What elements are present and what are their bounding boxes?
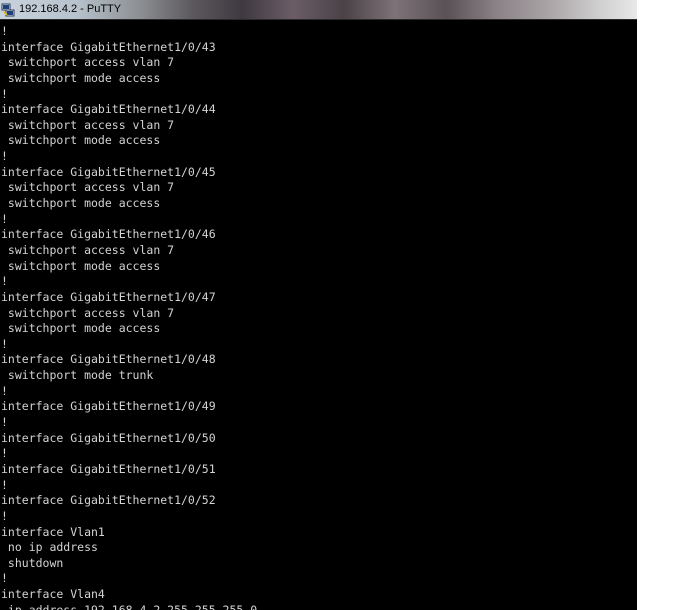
- terminal-line: !: [1, 477, 8, 492]
- terminal-line: switchport access vlan 7: [1, 117, 175, 132]
- terminal-line: switchport access vlan 7: [1, 305, 175, 320]
- terminal-line: switchport mode access: [1, 70, 161, 85]
- terminal-line: !: [1, 446, 8, 461]
- terminal-line: no ip address: [1, 540, 98, 555]
- terminal-line: !: [1, 149, 8, 164]
- terminal-line: interface GigabitEthernet1/0/47: [1, 289, 216, 304]
- terminal-line: interface GigabitEthernet1/0/52: [1, 493, 216, 508]
- terminal-output: ! interface GigabitEthernet1/0/43 switchp…: [1, 24, 257, 610]
- terminal-line: switchport access vlan 7: [1, 242, 175, 257]
- terminal-line: interface Vlan4: [1, 587, 105, 602]
- terminal-line: switchport mode access: [1, 258, 161, 273]
- terminal-line: !: [1, 415, 8, 430]
- terminal-line: switchport mode access: [1, 321, 161, 336]
- putty-app-icon[interactable]: [1, 2, 15, 17]
- terminal-line: switchport mode access: [1, 196, 161, 211]
- terminal-line: shutdown: [1, 555, 64, 570]
- terminal-line: switchport access vlan 7: [1, 55, 175, 70]
- terminal-line: !: [1, 86, 8, 101]
- terminal-line: !: [1, 274, 8, 289]
- terminal-line: interface GigabitEthernet1/0/46: [1, 227, 216, 242]
- terminal-line: !: [1, 383, 8, 398]
- terminal-line: interface GigabitEthernet1/0/45: [1, 164, 216, 179]
- terminal-line: interface GigabitEthernet1/0/49: [1, 399, 216, 414]
- terminal-line: switchport mode trunk: [1, 368, 154, 383]
- terminal-line: !: [1, 336, 8, 351]
- terminal-line: switchport access vlan 7: [1, 180, 175, 195]
- terminal-screen[interactable]: ! interface GigabitEthernet1/0/43 switchp…: [0, 20, 637, 610]
- terminal-line: !: [1, 571, 8, 586]
- terminal-line: interface GigabitEthernet1/0/43: [1, 39, 216, 54]
- terminal-line: interface GigabitEthernet1/0/48: [1, 352, 216, 367]
- terminal-line: interface GigabitEthernet1/0/51: [1, 461, 216, 476]
- terminal-line: interface GigabitEthernet1/0/44: [1, 102, 216, 117]
- terminal-line: interface GigabitEthernet1/0/50: [1, 430, 216, 445]
- terminal-line: !: [1, 24, 8, 38]
- putty-window[interactable]: 192.168.4.2 - PuTTY ! interface GigabitEt…: [0, 0, 637, 610]
- title-bar[interactable]: 192.168.4.2 - PuTTY: [0, 0, 637, 20]
- terminal-line: !: [1, 211, 8, 226]
- terminal-line: switchport mode access: [1, 133, 161, 148]
- terminal-line: ip address 192.168.4.2 255.255.255.0: [1, 602, 258, 610]
- terminal-line: interface Vlan1: [1, 524, 105, 539]
- window-title: 192.168.4.2 - PuTTY: [19, 3, 122, 15]
- terminal-line: !: [1, 508, 8, 523]
